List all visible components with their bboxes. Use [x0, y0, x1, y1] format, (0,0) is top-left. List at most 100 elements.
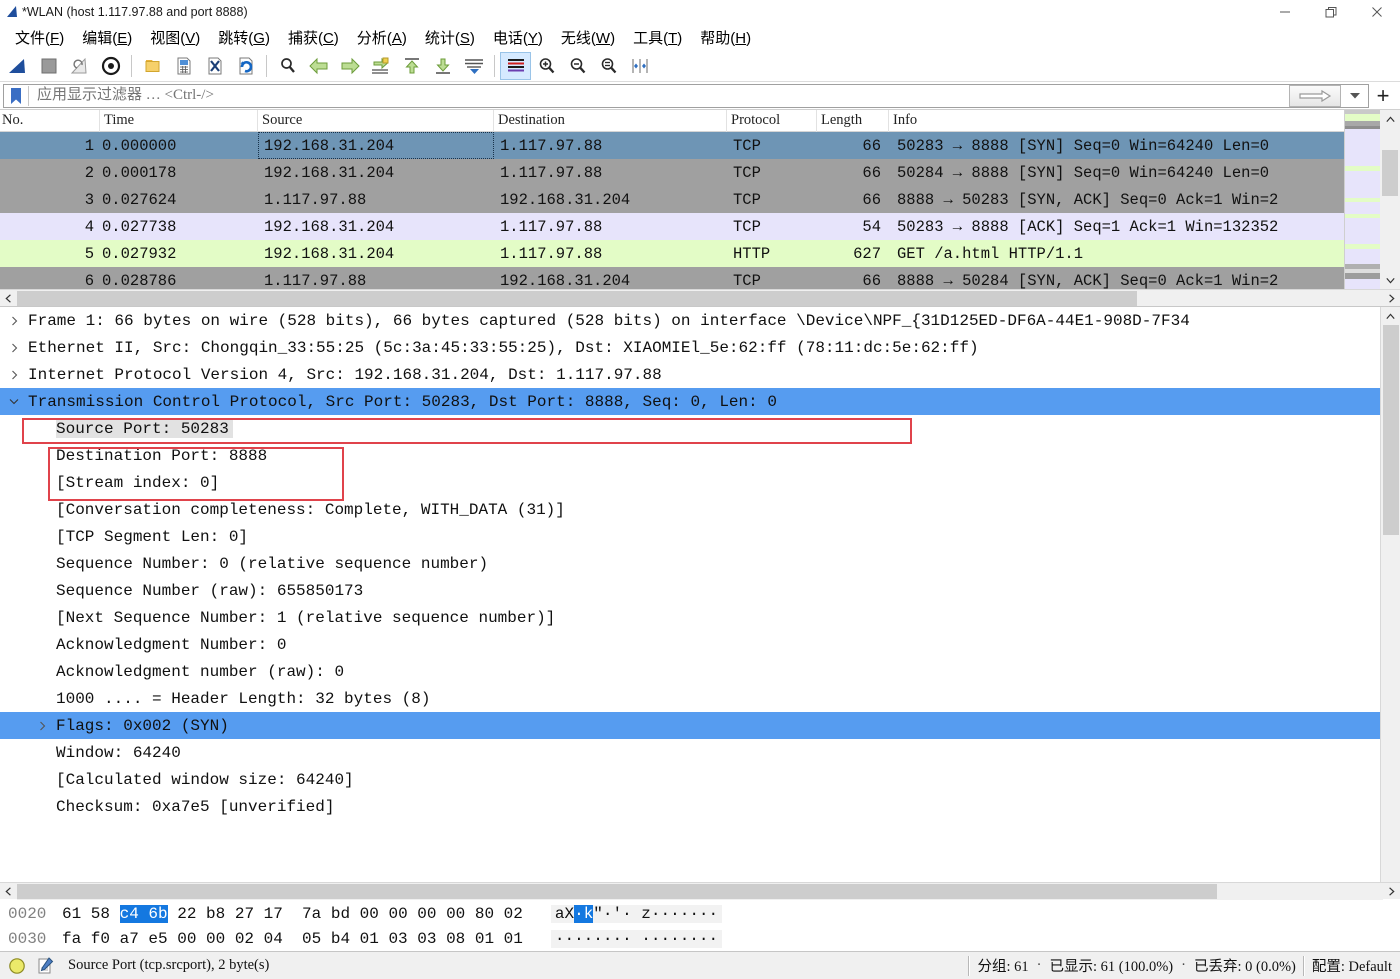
- scroll-down-arrow-icon[interactable]: [1381, 271, 1399, 289]
- scroll-thumb[interactable]: [1382, 150, 1398, 196]
- minimize-button[interactable]: [1262, 0, 1308, 24]
- search-input[interactable]: [29, 85, 1289, 107]
- details-scroll-left-arrow-icon[interactable]: [0, 883, 17, 900]
- detail-tree-row[interactable]: Checksum: 0xa7e5 [unverified]: [0, 793, 1380, 820]
- packet-list-row[interactable]: 30.0276241.117.97.88192.168.31.204TCP668…: [0, 186, 1344, 213]
- auto-scroll-icon[interactable]: [458, 52, 489, 80]
- column-header-protocol[interactable]: Protocol: [727, 110, 817, 132]
- detail-tree-row[interactable]: Acknowledgment number (raw): 0: [0, 658, 1380, 685]
- scroll-up-arrow-icon[interactable]: [1381, 110, 1399, 128]
- detail-tree-row[interactable]: Flags: 0x002 (SYN): [0, 712, 1380, 739]
- detail-tree-row[interactable]: Sequence Number: 0 (relative sequence nu…: [0, 550, 1380, 577]
- details-scroll-thumb[interactable]: [1383, 325, 1399, 535]
- capture-file-properties-icon[interactable]: [26, 952, 54, 979]
- column-header-source[interactable]: Source: [258, 110, 494, 132]
- column-header-time[interactable]: Time: [100, 110, 258, 132]
- maximize-button[interactable]: [1308, 0, 1354, 24]
- colorize-packets-icon[interactable]: [500, 52, 531, 80]
- detail-tree-row[interactable]: Frame 1: 66 bytes on wire (528 bits), 66…: [0, 307, 1380, 334]
- menu-view[interactable]: 视图(V): [141, 25, 209, 50]
- detail-tree-row[interactable]: Destination Port: 8888: [0, 442, 1380, 469]
- filter-bookmark-icon[interactable]: [4, 87, 28, 105]
- detail-tree-row[interactable]: Acknowledgment Number: 0: [0, 631, 1380, 658]
- detail-tree-row[interactable]: Ethernet II, Src: Chongqin_33:55:25 (5c:…: [0, 334, 1380, 361]
- column-header-length[interactable]: Length: [817, 110, 889, 132]
- go-last-packet-icon[interactable]: [427, 52, 458, 80]
- details-vertical-scrollbar[interactable]: [1380, 307, 1400, 882]
- packet-list-vertical-scrollbar[interactable]: [1380, 110, 1400, 289]
- display-filter-box[interactable]: [3, 84, 1369, 108]
- detail-tree-row[interactable]: [Stream index: 0]: [0, 469, 1380, 496]
- chevron-right-icon[interactable]: [0, 370, 28, 380]
- packet-list-row[interactable]: 50.027932192.168.31.2041.117.97.88HTTP62…: [0, 240, 1344, 267]
- detail-tree-row[interactable]: [TCP Segment Len: 0]: [0, 523, 1380, 550]
- chevron-right-icon[interactable]: [0, 316, 28, 326]
- save-file-icon[interactable]: [168, 52, 199, 80]
- close-file-icon[interactable]: [199, 52, 230, 80]
- menu-edit[interactable]: 编辑(E): [73, 25, 141, 50]
- hex-bytes-selected[interactable]: c4 6b: [120, 905, 168, 923]
- close-button[interactable]: [1354, 0, 1400, 24]
- details-h-scroll-thumb[interactable]: [17, 884, 1217, 899]
- packet-list-horizontal-scrollbar[interactable]: [0, 289, 1400, 306]
- ready-status-circle-icon[interactable]: [0, 952, 26, 979]
- zoom-reset-icon[interactable]: [593, 52, 624, 80]
- details-h-scroll-track[interactable]: [17, 883, 1383, 900]
- column-header-destination[interactable]: Destination: [494, 110, 727, 132]
- menu-capture[interactable]: 捕获(C): [279, 25, 348, 50]
- resize-columns-icon[interactable]: [624, 52, 655, 80]
- zoom-in-icon[interactable]: [531, 52, 562, 80]
- open-file-icon[interactable]: [137, 52, 168, 80]
- go-back-icon[interactable]: [303, 52, 334, 80]
- column-header-no[interactable]: No.: [0, 110, 100, 132]
- zoom-out-icon[interactable]: [562, 52, 593, 80]
- detail-tree-row[interactable]: Source Port: 50283: [0, 415, 1380, 442]
- column-header-info[interactable]: Info: [889, 110, 1344, 132]
- status-profile[interactable]: 配置: Default: [1312, 952, 1400, 979]
- go-to-packet-icon[interactable]: [365, 52, 396, 80]
- packet-list-row[interactable]: 10.000000192.168.31.2041.117.97.88TCP665…: [0, 132, 1344, 159]
- find-packet-icon[interactable]: [272, 52, 303, 80]
- scroll-right-arrow-icon[interactable]: [1383, 290, 1400, 307]
- menu-analyze[interactable]: 分析(A): [348, 25, 416, 50]
- menu-help[interactable]: 帮助(H): [691, 25, 760, 50]
- hex-row[interactable]: 0030 fa f0 a7 e5 00 00 02 04 05 b4 01 03…: [0, 926, 1400, 951]
- apply-filter-arrow-icon[interactable]: [1289, 85, 1341, 107]
- detail-tree-row[interactable]: 1000 .... = Header Length: 32 bytes (8): [0, 685, 1380, 712]
- hex-row[interactable]: 0020 61 58 c4 6b 22 b8 27 17 7a bd 00 00…: [0, 901, 1400, 926]
- menu-wireless[interactable]: 无线(W): [552, 25, 624, 50]
- capture-options-icon[interactable]: [95, 52, 126, 80]
- packet-list-row[interactable]: 40.027738192.168.31.2041.117.97.88TCP545…: [0, 213, 1344, 240]
- hex-ascii-selected[interactable]: ·k: [574, 905, 593, 923]
- add-filter-button-icon[interactable]: +: [1369, 83, 1397, 109]
- go-first-packet-icon[interactable]: [396, 52, 427, 80]
- restart-capture-icon[interactable]: [64, 52, 95, 80]
- scroll-track[interactable]: [1381, 128, 1399, 271]
- detail-tree-row[interactable]: [Calculated window size: 64240]: [0, 766, 1380, 793]
- h-scroll-thumb[interactable]: [17, 291, 1137, 306]
- details-scroll-up-arrow-icon[interactable]: [1382, 307, 1400, 325]
- packet-list-row[interactable]: 20.000178192.168.31.2041.117.97.88TCP665…: [0, 159, 1344, 186]
- menu-statistics[interactable]: 统计(S): [416, 25, 484, 50]
- detail-tree-row[interactable]: Internet Protocol Version 4, Src: 192.16…: [0, 361, 1380, 388]
- detail-tree-row[interactable]: [Next Sequence Number: 1 (relative seque…: [0, 604, 1380, 631]
- stop-capture-icon[interactable]: [33, 52, 64, 80]
- detail-tree-row[interactable]: Transmission Control Protocol, Src Port:…: [0, 388, 1380, 415]
- detail-tree-row[interactable]: Sequence Number (raw): 655850173: [0, 577, 1380, 604]
- detail-tree-row[interactable]: [Conversation completeness: Complete, WI…: [0, 496, 1380, 523]
- chevron-right-icon[interactable]: [28, 721, 56, 731]
- menu-tools[interactable]: 工具(T): [624, 25, 691, 50]
- chevron-right-icon[interactable]: [0, 343, 28, 353]
- details-scroll-track[interactable]: [1382, 325, 1400, 882]
- details-scroll-right-arrow-icon[interactable]: [1383, 883, 1400, 900]
- packet-list-row[interactable]: 60.0287861.117.97.88192.168.31.204TCP668…: [0, 267, 1344, 289]
- start-capture-icon[interactable]: [2, 52, 33, 80]
- details-horizontal-scrollbar[interactable]: [0, 882, 1400, 899]
- menu-go[interactable]: 跳转(G): [209, 25, 279, 50]
- scroll-left-arrow-icon[interactable]: [0, 290, 17, 307]
- reload-file-icon[interactable]: [230, 52, 261, 80]
- menu-telephony[interactable]: 电话(Y): [484, 25, 552, 50]
- chevron-down-icon[interactable]: [1342, 85, 1368, 107]
- chevron-down-icon[interactable]: [0, 398, 28, 405]
- menu-file[interactable]: 文件(F): [6, 25, 73, 50]
